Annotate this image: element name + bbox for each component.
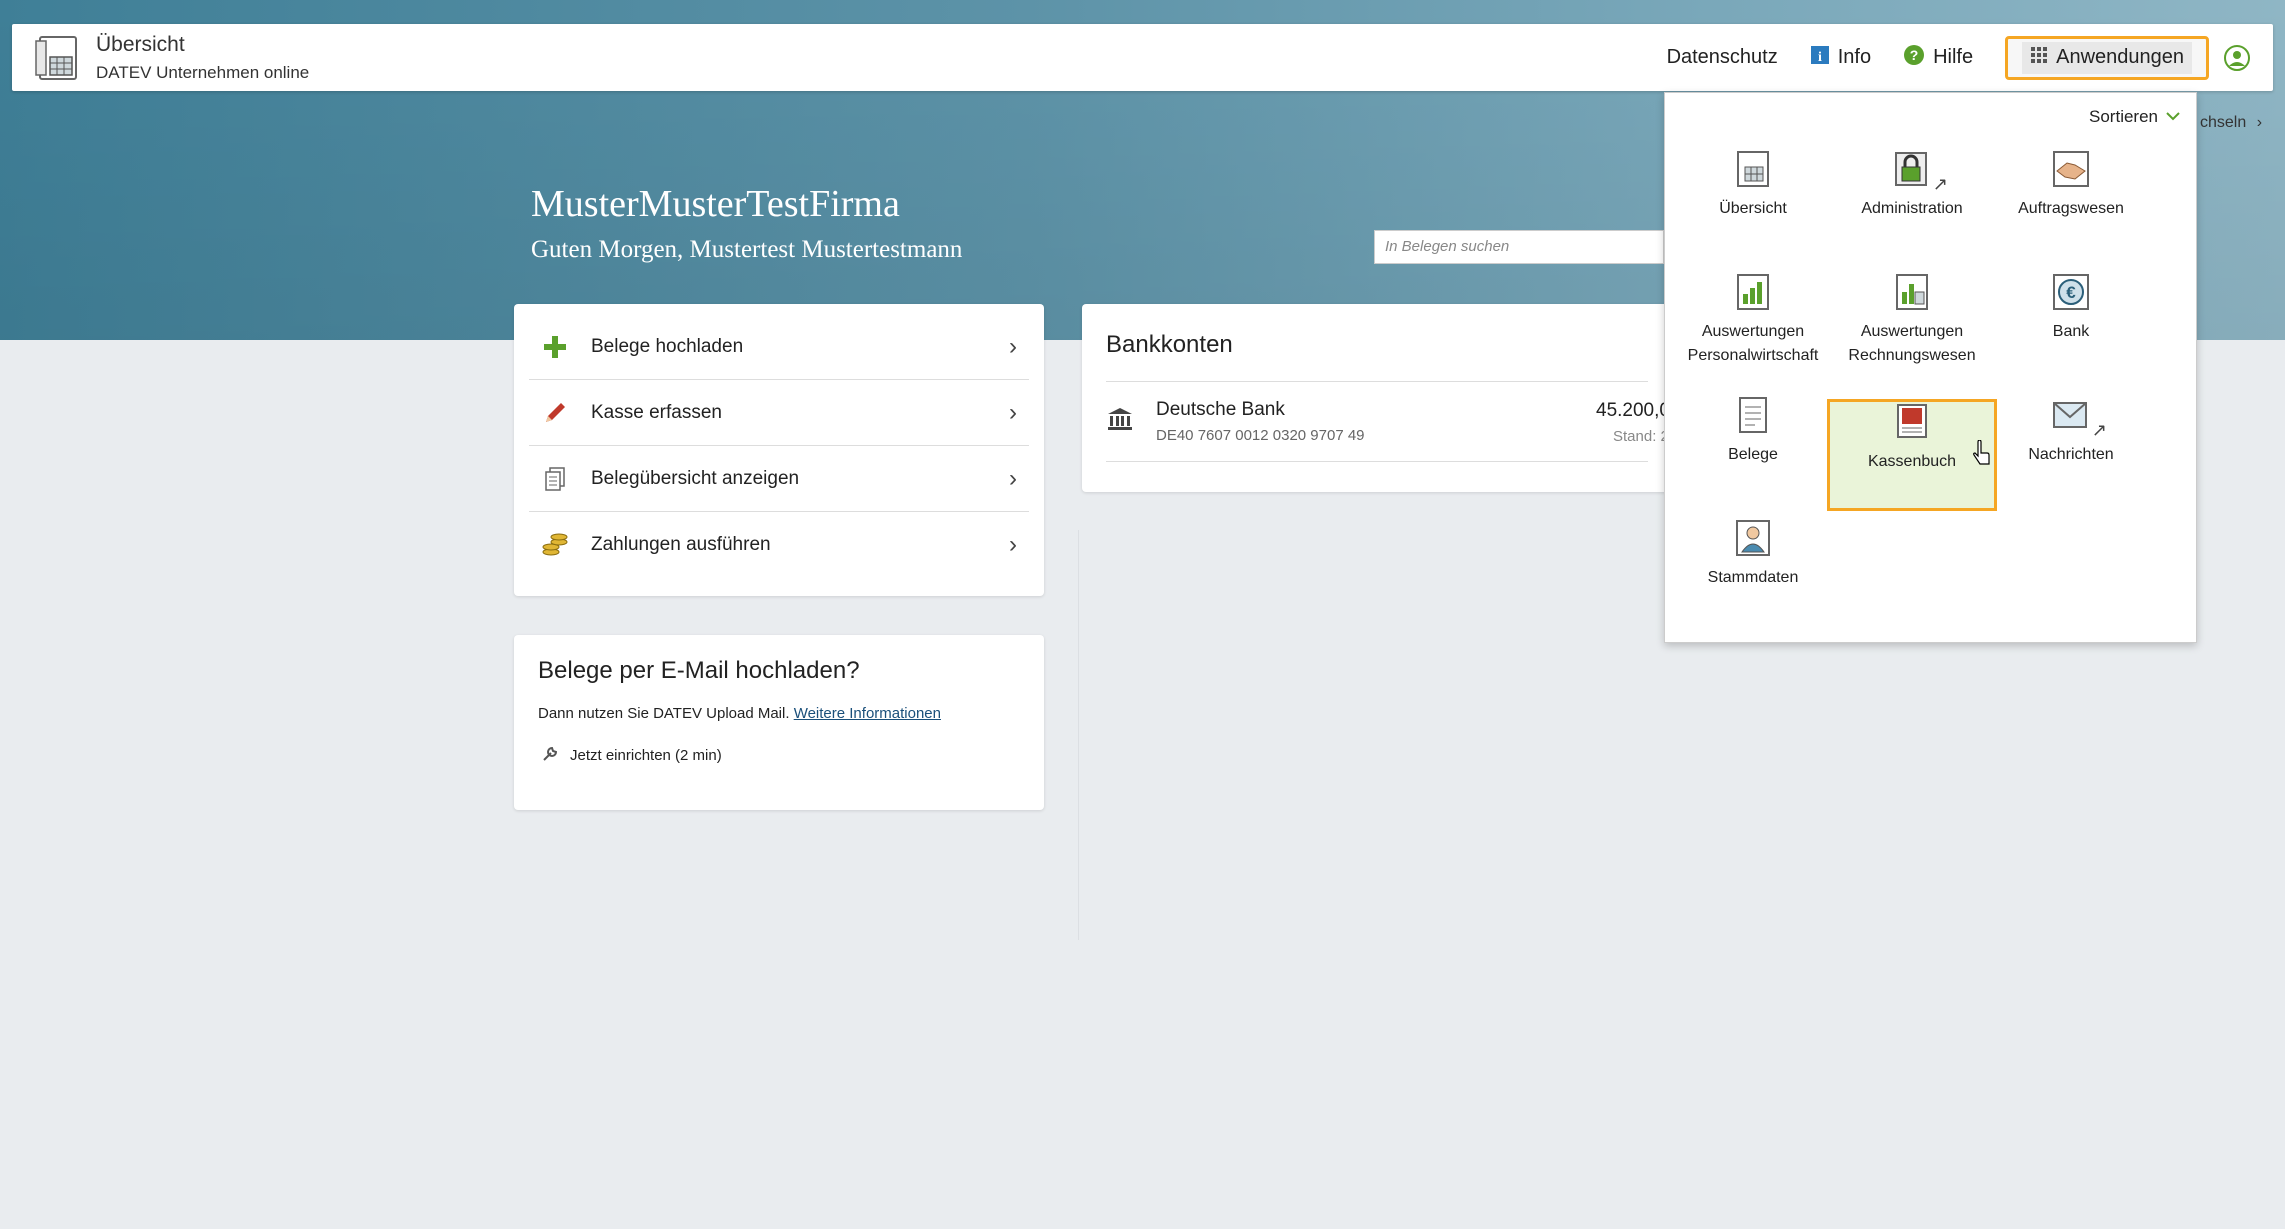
action-upload-documents[interactable]: Belege hochladen › xyxy=(529,314,1029,380)
setup-now-link[interactable]: Jetzt einrichten (2 min) xyxy=(538,744,1020,766)
app-tile-master-data[interactable]: Stammdaten xyxy=(1668,512,1838,622)
tile-label: Auswertungen xyxy=(1860,323,1964,340)
action-document-overview[interactable]: Belegübersicht anzeigen › xyxy=(529,446,1029,512)
mail-card-text: Dann nutzen Sie DATEV Upload Mail. Weite… xyxy=(538,705,1020,722)
tile-label: Auftragswesen xyxy=(2018,200,2124,217)
sort-label: Sortieren xyxy=(2089,107,2158,126)
app-tile-orders[interactable]: Auftragswesen xyxy=(1986,143,2156,253)
sort-button[interactable]: Sortieren xyxy=(2089,107,2180,127)
action-make-payments[interactable]: Zahlungen ausführen › xyxy=(529,512,1029,578)
tile-label: Kassenbuch xyxy=(1867,453,1957,470)
tile-label: Auswertungen xyxy=(1701,323,1805,340)
bank-iban: DE40 7607 0012 0320 9707 49 xyxy=(1156,427,1365,444)
apps-label: Anwendungen xyxy=(2056,46,2184,68)
chevron-right-icon: › xyxy=(1009,531,1017,558)
upload-mail-card: Belege per E-Mail hochladen? Dann nutzen… xyxy=(514,635,1044,810)
apps-button[interactable]: Anwendungen xyxy=(2005,35,2209,80)
action-label: Kasse erfassen xyxy=(591,401,722,423)
mail-card-body: Dann nutzen Sie DATEV Upload Mail. xyxy=(538,705,790,722)
help-label: Hilfe xyxy=(1933,46,1974,68)
bank-building-icon xyxy=(1106,406,1136,437)
bank-account-row[interactable]: Deutsche Bank DE40 7607 0012 0320 9707 4… xyxy=(1106,382,1672,462)
plus-icon xyxy=(539,334,571,360)
action-cash-entry[interactable]: Kasse erfassen › xyxy=(529,380,1029,446)
app-tile-receipts[interactable]: Belege xyxy=(1668,389,1838,499)
tile-label: Administration xyxy=(1861,200,1963,217)
app-tile-bank[interactable]: € Bank xyxy=(1986,266,2156,376)
tile-label: Stammdaten xyxy=(1707,569,1799,586)
mouse-cursor-icon xyxy=(1972,439,1994,473)
lock-icon: ↗ xyxy=(1892,149,1948,194)
cashbook-icon xyxy=(1892,402,1932,442)
tile-label: Belege xyxy=(1728,446,1778,463)
action-label: Zahlungen ausführen xyxy=(591,534,771,555)
company-name: MusterMusterTestFirma xyxy=(531,183,900,225)
receipt-icon xyxy=(1733,395,1773,435)
column-divider xyxy=(1078,530,1079,940)
mail-card-title: Belege per E-Mail hochladen? xyxy=(538,657,860,684)
switch-link[interactable]: chseln › xyxy=(2200,114,2262,132)
app-subtitle: DATEV Unternehmen online xyxy=(96,63,310,82)
setup-label: Jetzt einrichten (2 min) xyxy=(570,746,722,764)
app-tile-overview[interactable]: Übersicht xyxy=(1668,143,1838,253)
bank-balance: 45.200,0 xyxy=(1596,400,1670,421)
overview-icon xyxy=(1733,149,1773,189)
chart-people-icon xyxy=(1733,272,1773,312)
person-card-icon xyxy=(1733,518,1773,558)
app-logo-icon[interactable] xyxy=(34,33,84,83)
privacy-label: Datenschutz xyxy=(1666,46,1778,68)
chart-calc-icon xyxy=(1892,272,1932,312)
privacy-link[interactable]: Datenschutz xyxy=(1667,46,1778,69)
more-info-link[interactable]: Weitere Informationen xyxy=(794,705,941,722)
chevron-right-icon: › xyxy=(2256,114,2263,131)
info-icon: i xyxy=(1810,45,1830,71)
apps-dropdown: Sortieren Übersicht ↗ Administration Auf… xyxy=(1664,92,2197,643)
chevron-right-icon: › xyxy=(1009,464,1017,492)
pencil-icon xyxy=(539,400,571,426)
tile-label-2: Rechnungswesen xyxy=(1848,347,1976,364)
action-label: Belege hochladen xyxy=(591,335,744,357)
greeting: Guten Morgen, Mustertest Mustertestmann xyxy=(531,236,963,263)
coins-icon xyxy=(539,532,571,558)
top-nav: Datenschutz i Info ? Hilfe Anwendungen xyxy=(1667,24,2273,91)
app-tile-reports-accounting[interactable]: Auswertungen Rechnungswesen xyxy=(1827,266,1997,376)
chevron-right-icon: › xyxy=(1009,332,1017,360)
tile-label: Bank xyxy=(2052,323,2090,340)
documents-icon xyxy=(539,466,571,492)
search-input[interactable]: In Belegen suchen xyxy=(1374,230,1664,264)
wrench-icon xyxy=(542,744,560,766)
bank-card-title: Bankkonten xyxy=(1106,331,1648,382)
handshake-icon xyxy=(2051,149,2091,189)
top-bar: Übersicht DATEV Unternehmen online Daten… xyxy=(12,24,2273,91)
app-tile-administration[interactable]: ↗ Administration xyxy=(1827,143,1997,253)
svg-text:?: ? xyxy=(1910,47,1919,63)
chevron-right-icon: › xyxy=(1009,398,1017,426)
mail-icon: ↗ xyxy=(2051,395,2107,440)
chevron-down-icon xyxy=(2166,108,2180,126)
quick-actions-card: Belege hochladen › Kasse erfassen › Bele… xyxy=(514,304,1044,596)
grid-icon xyxy=(2030,46,2048,70)
svg-text:i: i xyxy=(1818,50,1822,65)
help-icon: ? xyxy=(1903,44,1925,72)
external-link-icon: ↗ xyxy=(1932,174,1948,194)
info-label: Info xyxy=(1837,46,1872,68)
bank-name: Deutsche Bank xyxy=(1156,399,1285,420)
switch-label: chseln xyxy=(2200,114,2247,131)
user-icon[interactable] xyxy=(2223,44,2251,72)
external-link-icon: ↗ xyxy=(2091,420,2107,440)
tile-label-2: Personalwirtschaft xyxy=(1687,347,1819,364)
help-link[interactable]: ? Hilfe xyxy=(1903,44,1973,72)
app-tile-messages[interactable]: ↗ Nachrichten xyxy=(1986,389,2156,499)
action-label: Belegübersicht anzeigen xyxy=(591,467,800,489)
tile-label: Nachrichten xyxy=(2028,446,2114,463)
svg-text:€: € xyxy=(2066,283,2076,302)
page-title: Übersicht xyxy=(96,33,185,56)
bank-accounts-card: Bankkonten Deutsche Bank DE40 7607 0012 … xyxy=(1082,304,1672,492)
euro-icon: € xyxy=(2051,272,2091,312)
tile-label: Übersicht xyxy=(1719,200,1787,217)
app-tile-reports-hr[interactable]: Auswertungen Personalwirtschaft xyxy=(1668,266,1838,376)
info-link[interactable]: i Info xyxy=(1810,45,1871,71)
